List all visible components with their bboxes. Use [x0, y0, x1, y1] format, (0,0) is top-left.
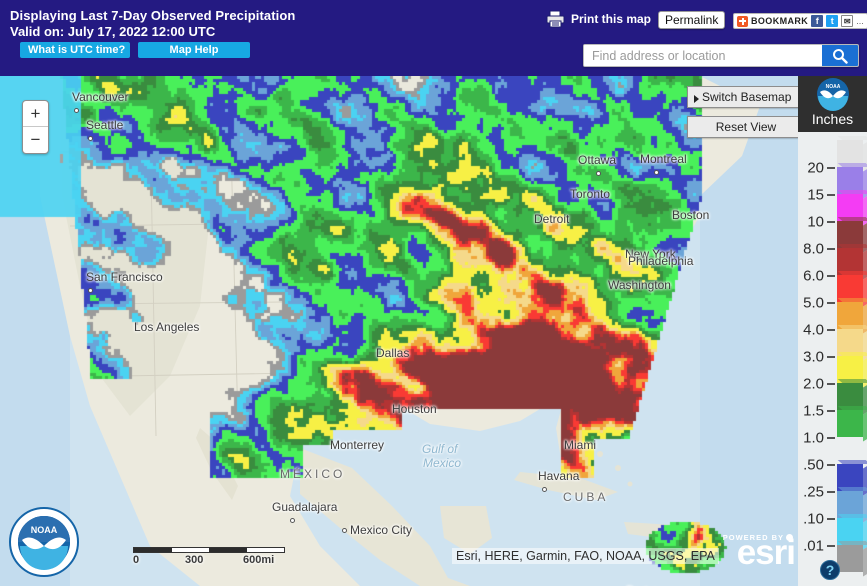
legend-title: Inches: [811, 111, 854, 127]
search-input[interactable]: [584, 45, 822, 66]
svg-text:NOAA: NOAA: [31, 525, 58, 535]
scale-label-end: 600mi: [243, 554, 275, 566]
location-search-bar[interactable]: [583, 44, 859, 67]
legend-value: 3.0: [803, 348, 824, 366]
map-attribution: Esri, HERE, Garmin, FAO, NOAA, USGS, EPA: [452, 548, 719, 564]
legend-value: 8.0: [803, 240, 824, 258]
page-title: Displaying Last 7-Day Observed Precipita…: [10, 8, 296, 23]
noaa-logo-icon: NOAA: [816, 77, 850, 111]
bookmark-label: BOOKMARK: [751, 16, 809, 26]
legend-header: NOAA Inches: [798, 76, 867, 132]
legend-value: .01: [803, 537, 824, 555]
legend-tick: [827, 545, 835, 547]
print-map-label: Print this map: [571, 12, 652, 26]
legend-tick: [827, 221, 835, 223]
zoom-in-button[interactable]: +: [23, 101, 48, 127]
legend-tick: [827, 329, 835, 331]
legend-value: .50: [803, 456, 824, 474]
legend-value: 4.0: [803, 321, 824, 339]
legend-value: .10: [803, 510, 824, 528]
legend-tick: [827, 248, 835, 250]
legend-value: .25: [803, 483, 824, 501]
precipitation-map-app: Displaying Last 7-Day Observed Precipita…: [0, 0, 867, 586]
twitter-icon[interactable]: t: [826, 15, 839, 27]
print-map-button[interactable]: Print this map: [546, 10, 651, 28]
bookmark-widget[interactable]: BOOKMARK f t ✉ ...: [733, 13, 867, 29]
scale-bar-segments: [133, 547, 285, 553]
legend-tick: [827, 194, 835, 196]
zoom-control[interactable]: + −: [22, 100, 49, 154]
legend-value: 20: [807, 159, 824, 177]
esri-logo: POWERED BY esri: [723, 533, 796, 572]
plus-icon: [737, 15, 748, 27]
printer-icon: [546, 10, 566, 28]
legend-value: 6.0: [803, 267, 824, 285]
permalink-button[interactable]: Permalink: [658, 11, 726, 29]
reset-view-button[interactable]: Reset View: [687, 116, 805, 138]
help-question-icon[interactable]: ?: [820, 560, 840, 580]
legend-tick: [827, 491, 835, 493]
zoom-out-button[interactable]: −: [23, 127, 48, 153]
map-help-button[interactable]: Map Help: [138, 42, 250, 58]
legend-tick: [827, 383, 835, 385]
legend-tick: [827, 410, 835, 412]
facebook-icon[interactable]: f: [811, 15, 824, 27]
legend-tick: [827, 518, 835, 520]
scale-label-mid: 300: [185, 554, 204, 566]
scale-label-start: 0: [133, 554, 140, 566]
search-button[interactable]: [822, 45, 858, 66]
precipitation-raster-layer: [0, 76, 867, 586]
legend-swatch: [837, 541, 867, 577]
map-viewport[interactable]: Vancouver Seattle San Francisco Los Angeles…: [0, 76, 867, 586]
legend-value: 1.0: [803, 429, 824, 447]
legend-color-stack: [837, 136, 867, 577]
more-share-icon[interactable]: ...: [856, 16, 864, 26]
what-is-utc-button[interactable]: What is UTC time?: [20, 42, 130, 58]
legend-value: 15: [807, 186, 824, 204]
legend-value: 10: [807, 213, 824, 231]
legend-scale: 20 15 10 8.0 6.0 5.0 4.0 3.0 2.0 1.5 1.0 .50 .25 .10.…: [798, 132, 867, 586]
page-header: Displaying Last 7-Day Observed Precipita…: [0, 0, 867, 76]
legend-tick: [827, 167, 835, 169]
email-icon[interactable]: ✉: [841, 15, 854, 27]
legend-value: 2.0: [803, 375, 824, 393]
legend-tick: [827, 464, 835, 466]
legend-value: 1.5: [803, 402, 824, 420]
legend-tick: [827, 302, 835, 304]
scale-bar: 0 300 600mi: [133, 547, 319, 568]
legend-value: 5.0: [803, 294, 824, 312]
valid-time-text: Valid on: July 17, 2022 12:00 UTC: [10, 24, 216, 39]
switch-basemap-label: Switch Basemap: [702, 90, 792, 104]
switch-basemap-button[interactable]: Switch Basemap: [687, 86, 805, 108]
legend-tick: [827, 437, 835, 439]
caret-right-icon: [694, 95, 699, 103]
legend-panel: NOAA Inches 20 15 10 8.0 6.0 5.0 4.0 3.0 2.0 1.5 1…: [798, 76, 867, 586]
esri-wordmark: esri: [736, 533, 796, 572]
svg-text:NOAA: NOAA: [825, 84, 840, 90]
search-icon: [833, 48, 848, 64]
noaa-seal-icon: NOAA: [8, 506, 80, 578]
legend-tick: [827, 356, 835, 358]
legend-tick: [827, 275, 835, 277]
